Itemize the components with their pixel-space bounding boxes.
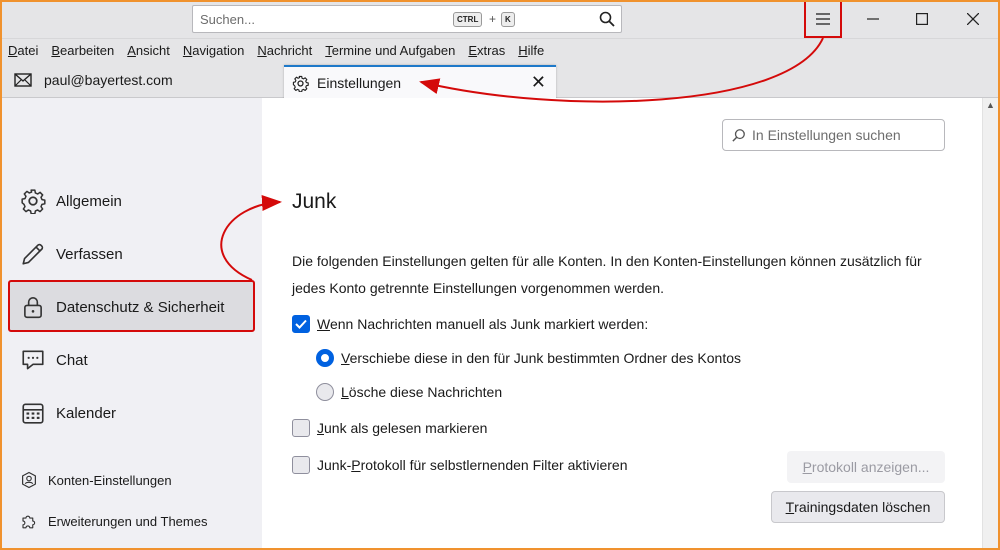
checkbox-unchecked-icon[interactable] bbox=[292, 456, 310, 474]
section-description: Die folgenden Einstellungen gelten für a… bbox=[292, 253, 922, 296]
checkbox-unchecked-icon[interactable] bbox=[292, 419, 310, 437]
pencil-icon bbox=[22, 243, 44, 265]
category-datenschutz[interactable]: Datenschutz & Sicherheit bbox=[20, 294, 224, 320]
settings-search-placeholder: In Einstellungen suchen bbox=[752, 127, 901, 143]
kbd-k-badge: K bbox=[501, 12, 515, 27]
category-label: Datenschutz & Sicherheit bbox=[56, 298, 225, 316]
title-bar: Suchen... CTRL + K bbox=[0, 0, 1000, 38]
radio-label: Lösche diese Nachrichten bbox=[341, 384, 503, 400]
sidebar-link-erweiterungen[interactable]: Erweiterungen und Themes bbox=[20, 512, 207, 530]
checkbox-checked-icon[interactable] bbox=[292, 315, 310, 333]
hamburger-icon bbox=[816, 13, 830, 25]
category-label: Allgemein bbox=[56, 192, 122, 210]
sidebar-link-konten-einstellungen[interactable]: Konten-Einstellungen bbox=[20, 471, 172, 489]
section-heading: Junk bbox=[292, 190, 337, 213]
menu-datei[interactable]: Datei bbox=[8, 43, 38, 58]
checkbox-mark-read[interactable]: Junk als gelesen markieren bbox=[292, 419, 487, 437]
menu-bearbeiten[interactable]: Bearbeiten bbox=[51, 43, 114, 58]
calendar-icon bbox=[22, 403, 44, 424]
close-tab-icon[interactable]: ✕ bbox=[531, 73, 546, 91]
sidebar-link-label: Konten-Einstellungen bbox=[48, 472, 172, 488]
category-allgemein[interactable]: Allgemein bbox=[20, 188, 122, 214]
category-chat[interactable]: Chat bbox=[20, 347, 88, 373]
account-icon bbox=[22, 471, 36, 489]
checkbox-manual-junk[interactable]: Wenn Nachrichten manuell als Junk markie… bbox=[292, 315, 648, 333]
kbd-ctrl-badge: CTRL bbox=[453, 12, 483, 27]
tab-settings-label: Einstellungen bbox=[317, 75, 402, 91]
scrollbar[interactable]: ▲ bbox=[982, 98, 998, 548]
category-verfassen[interactable]: Verfassen bbox=[20, 241, 123, 267]
settings-search-input[interactable]: In Einstellungen suchen bbox=[722, 119, 945, 151]
reset-training-data-button[interactable]: Trainingsdaten löschen bbox=[771, 491, 945, 523]
menu-navigation[interactable]: Navigation bbox=[183, 43, 244, 58]
menu-hilfe[interactable]: Hilfe bbox=[518, 43, 544, 58]
tab-settings[interactable]: Einstellungen ✕ bbox=[284, 65, 556, 99]
gear-icon bbox=[292, 75, 309, 92]
search-icon bbox=[732, 129, 745, 142]
category-label: Verfassen bbox=[56, 245, 123, 263]
radio-unselected-icon[interactable] bbox=[316, 383, 334, 401]
maximize-button[interactable] bbox=[899, 0, 945, 38]
kbd-plus: + bbox=[489, 12, 497, 26]
menu-nachricht[interactable]: Nachricht bbox=[257, 43, 312, 58]
close-icon bbox=[967, 13, 979, 25]
minimize-icon bbox=[867, 18, 879, 20]
radio-move-to-junk[interactable]: Verschiebe diese in den für Junk bestimm… bbox=[316, 349, 741, 367]
checkbox-label: Junk-Protokoll für selbstlernenden Filte… bbox=[317, 457, 628, 473]
checkbox-junk-log[interactable]: Junk-Protokoll für selbstlernenden Filte… bbox=[292, 456, 627, 474]
category-label: Chat bbox=[56, 351, 88, 369]
radio-delete-messages[interactable]: Lösche diese Nachrichten bbox=[316, 383, 502, 401]
puzzle-icon bbox=[22, 515, 36, 529]
search-icon[interactable] bbox=[599, 11, 615, 27]
tab-account-label: paul@bayertest.com bbox=[44, 72, 173, 88]
category-kalender[interactable]: Kalender bbox=[20, 400, 116, 426]
menu-termine[interactable]: Termine und Aufgaben bbox=[325, 43, 455, 58]
category-label: Kalender bbox=[56, 404, 117, 422]
lock-icon bbox=[24, 296, 42, 319]
checkbox-label: Wenn Nachrichten manuell als Junk markie… bbox=[317, 316, 649, 332]
close-window-button[interactable] bbox=[950, 0, 996, 38]
maximize-icon bbox=[916, 13, 928, 25]
show-log-button[interactable]: Protokoll anzeigen... bbox=[787, 451, 945, 483]
global-search-placeholder: Suchen... bbox=[200, 12, 255, 27]
checkbox-label: Junk als gelesen markieren bbox=[317, 420, 488, 436]
tab-account[interactable]: paul@bayertest.com bbox=[14, 62, 173, 98]
gear-icon bbox=[21, 189, 46, 214]
sidebar-link-label: Erweiterungen und Themes bbox=[48, 513, 208, 529]
menu-extras[interactable]: Extras bbox=[468, 43, 505, 58]
menu-bar: Datei Bearbeiten Ansicht Navigation Nach… bbox=[0, 38, 1000, 62]
radio-selected-icon[interactable] bbox=[316, 349, 334, 367]
global-search-input[interactable]: Suchen... CTRL + K bbox=[192, 5, 622, 33]
radio-label: Verschiebe diese in den für Junk bestimm… bbox=[341, 350, 742, 366]
menu-ansicht[interactable]: Ansicht bbox=[127, 43, 170, 58]
minimize-button[interactable] bbox=[850, 0, 896, 38]
tab-bar: paul@bayertest.com Einstellungen ✕ bbox=[0, 62, 1000, 99]
app-menu-button[interactable] bbox=[800, 0, 846, 38]
chat-icon bbox=[22, 350, 44, 370]
scroll-up-arrow-icon[interactable]: ▲ bbox=[986, 100, 995, 110]
mail-icon bbox=[14, 73, 32, 87]
settings-sidebar: Allgemein Verfassen Datenschutz & Sicher… bbox=[0, 98, 262, 550]
